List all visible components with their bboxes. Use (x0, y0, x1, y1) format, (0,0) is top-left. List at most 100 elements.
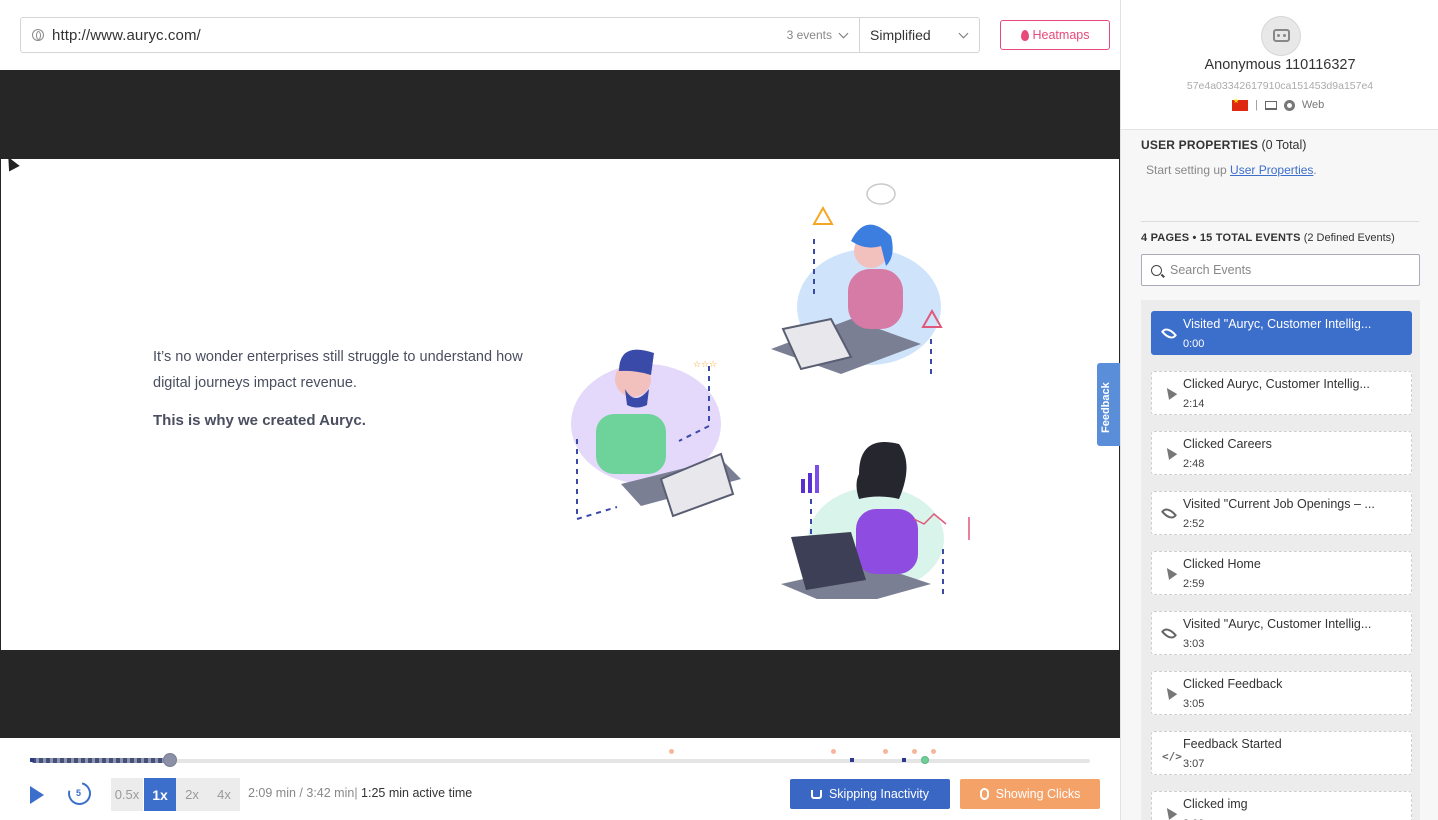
speed-1x-button[interactable]: 1x (144, 778, 176, 811)
eye-icon (1160, 505, 1178, 522)
event-item[interactable]: Clicked img3:09 (1151, 791, 1412, 820)
events-list: Visited "Auryc, Customer Intellig... 0:00… (1141, 300, 1420, 820)
event-item[interactable]: Visited "Current Job Openings – ... 2:52 (1151, 491, 1412, 535)
events-summary: 4 PAGES • 15 TOTAL EVENTS (2 Defined Eve… (1141, 232, 1395, 244)
speed-2x-button[interactable]: 2x (176, 778, 208, 811)
custom-event-marker[interactable] (921, 756, 929, 764)
time-current-total: 2:09 min / 3:42 min (248, 786, 355, 800)
pointer-icon (1162, 685, 1178, 701)
flame-icon (1020, 29, 1029, 41)
event-item[interactable]: Visited "Auryc, Customer Intellig... 0:00 (1151, 311, 1412, 355)
mouse-icon (979, 788, 989, 800)
user-properties-hint-end: . (1313, 163, 1317, 177)
event-item[interactable]: </> Feedback Started 3:07 (1151, 731, 1412, 775)
speed-0-5x-button[interactable]: 0.5x (111, 778, 143, 811)
page-visit-marker[interactable] (850, 758, 854, 762)
event-item[interactable]: Clicked Feedback 3:05 (1151, 671, 1412, 715)
click-marker[interactable] (912, 749, 917, 754)
play-icon[interactable] (30, 786, 44, 804)
event-title: Clicked Home (1183, 557, 1261, 571)
events-summary-bold: 4 PAGES • 15 TOTAL EVENTS (1141, 232, 1301, 244)
click-marker[interactable] (931, 749, 936, 754)
skip-inactivity-button[interactable]: Skipping Inactivity (790, 779, 950, 809)
event-time: 0:00 (1183, 338, 1205, 350)
page-events-count: 3 events (786, 28, 832, 42)
user-properties-title: USER PROPERTIES (1141, 138, 1259, 152)
feedback-tab[interactable]: Feedback (1097, 363, 1120, 446)
search-events-input[interactable] (1170, 263, 1410, 277)
event-item[interactable]: Visited "Auryc, Customer Intellig... 3:03 (1151, 611, 1412, 655)
platform-label: Web (1301, 99, 1325, 111)
event-title: Clicked img (1183, 797, 1248, 811)
replay-controls: 5 0.5x 1x 2x 4x 2:09 min / 3:42 min| 1:2… (0, 738, 1120, 820)
chrome-icon (1283, 99, 1295, 111)
page-visit-marker[interactable] (30, 758, 34, 762)
china-flag-icon (1232, 97, 1248, 111)
event-item[interactable]: Clicked Home 2:59 (1151, 551, 1412, 595)
event-item[interactable]: Clicked Auryc, Customer Intellig... 2:14 (1151, 371, 1412, 415)
session-replay-app: http://www.auryc.com/ 3 events Simplifie… (0, 0, 1438, 820)
user-id: 57e4a03342617910ca151453d9a157e4 (1186, 80, 1374, 92)
user-properties-heading: USER PROPERTIES (0 Total) (1141, 138, 1306, 152)
event-time: 2:14 (1183, 398, 1205, 410)
event-title: Clicked Auryc, Customer Intellig... (1183, 377, 1370, 391)
click-marker[interactable] (883, 749, 888, 754)
page-visit-marker[interactable] (902, 758, 906, 762)
click-marker[interactable] (831, 749, 836, 754)
event-title: Feedback Started (1183, 737, 1282, 751)
user-profile: Anonymous 110116327 57e4a03342617910ca15… (1121, 0, 1438, 130)
heatmaps-label: Heatmaps (1032, 28, 1090, 42)
eye-icon (1160, 325, 1178, 342)
robot-eye (1277, 34, 1280, 37)
user-properties-link[interactable]: User Properties (1230, 163, 1313, 177)
progress-fill (32, 758, 170, 763)
page-url-selector[interactable]: http://www.auryc.com/ 3 events (20, 17, 860, 53)
click-marker[interactable] (669, 749, 674, 754)
event-title: Clicked Careers (1183, 437, 1272, 451)
event-title: Visited "Auryc, Customer Intellig... (1183, 317, 1372, 331)
separator: | (1255, 99, 1258, 111)
speed-4x-button[interactable]: 4x (208, 778, 240, 811)
user-properties-hint-text: Start setting up (1146, 163, 1231, 177)
show-clicks-label: Showing Clicks (995, 787, 1081, 801)
chevron-down-icon (838, 28, 849, 38)
session-sidebar: Anonymous 110116327 57e4a03342617910ca15… (1120, 0, 1438, 820)
heatmaps-button[interactable]: Heatmaps (1000, 20, 1110, 50)
view-mode-select[interactable]: Simplified (859, 17, 980, 53)
page-tagline: This is why we created Auryc. (153, 412, 366, 429)
avatar (1261, 16, 1301, 56)
people-at-laptops-illustration: ☆☆☆ (571, 183, 970, 599)
event-title: Clicked Feedback (1183, 677, 1283, 691)
progress-track[interactable] (32, 759, 1090, 763)
active-time: 1:25 min active time (361, 786, 473, 800)
time-readout: 2:09 min / 3:42 min| 1:25 min active tim… (248, 786, 473, 800)
search-icon (1151, 264, 1162, 276)
event-time: 3:07 (1183, 758, 1205, 770)
show-clicks-button[interactable]: Showing Clicks (960, 779, 1100, 809)
pointer-icon (1162, 565, 1178, 581)
progress-scrubber[interactable] (163, 753, 177, 767)
user-meta: | Web (1232, 97, 1325, 111)
pointer-icon (1162, 445, 1178, 461)
event-time: 3:03 (1183, 638, 1205, 650)
user-properties-count: (0 Total) (1261, 138, 1307, 152)
event-title: Visited "Current Job Openings – ... (1183, 497, 1375, 511)
coffee-cup-icon (810, 789, 822, 799)
code-icon: </> (1162, 750, 1182, 763)
event-time: 3:05 (1183, 698, 1205, 710)
view-mode-value: Simplified (870, 27, 931, 43)
event-time: 2:59 (1183, 578, 1205, 590)
robot-icon (1273, 29, 1290, 42)
divider (1141, 221, 1419, 222)
event-time: 2:48 (1183, 458, 1205, 470)
search-events-box (1141, 254, 1420, 286)
page-url: http://www.auryc.com/ (52, 26, 201, 44)
event-time: 2:52 (1183, 518, 1205, 530)
robot-eye (1283, 34, 1286, 37)
event-item[interactable]: Clicked Careers 2:48 (1151, 431, 1412, 475)
page-paragraph: It’s no wonder enterprises still struggl… (153, 349, 523, 391)
pointer-icon (1162, 385, 1178, 401)
pointer-icon (1162, 805, 1178, 820)
eye-icon (1160, 625, 1178, 642)
user-name: Anonymous 110116327 (1204, 57, 1356, 73)
